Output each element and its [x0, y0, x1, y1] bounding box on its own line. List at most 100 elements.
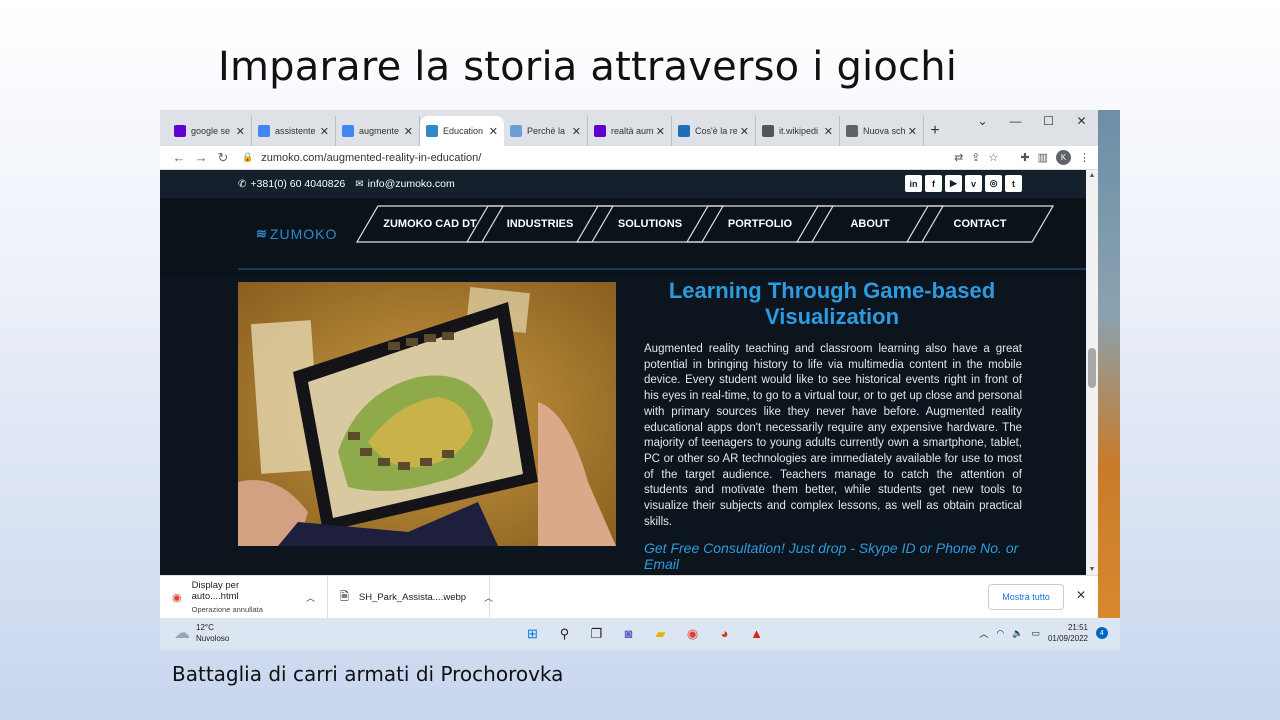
- windows-start-icon[interactable]: ⊞: [522, 623, 543, 644]
- omnibox[interactable]: 🔒 zumoko.com/augmented-reality-in-educat…: [242, 152, 481, 164]
- download-item[interactable]: ◉ Display per auto....html Operazione an…: [160, 576, 328, 618]
- maximize-button[interactable]: ☐: [1032, 110, 1065, 132]
- facebook-icon[interactable]: f: [925, 175, 942, 192]
- vimeo-icon[interactable]: v: [965, 175, 982, 192]
- menu-item-5[interactable]: CONTACT: [906, 205, 1054, 243]
- tab-5[interactable]: realtà aum ✕: [588, 116, 672, 146]
- youtube-icon[interactable]: ▶: [945, 175, 962, 192]
- web-page: ✆ +381(0) 60 4040826 ✉ info@zumoko.com i…: [160, 170, 1098, 575]
- url-text[interactable]: zumoko.com/augmented-reality-in-educatio…: [261, 152, 481, 164]
- back-button[interactable]: ←: [168, 150, 190, 165]
- lock-icon[interactable]: 🔒: [242, 152, 253, 163]
- download-name: SH_Park_Assista....webp: [358, 591, 467, 603]
- close-tab-icon[interactable]: ✕: [236, 125, 245, 138]
- powerpoint-icon[interactable]: ◕: [714, 623, 735, 644]
- tab-search-icon[interactable]: ⌄: [966, 110, 999, 132]
- close-tab-icon[interactable]: ✕: [572, 125, 581, 138]
- close-tab-icon[interactable]: ✕: [824, 125, 833, 138]
- forward-button[interactable]: →: [190, 150, 212, 165]
- cloud-icon: ☁: [174, 625, 190, 642]
- menu-kebab-icon[interactable]: ⋮: [1079, 151, 1090, 164]
- download-item[interactable]: 🗎 SH_Park_Assista....webp ︿: [328, 576, 493, 618]
- scroll-thumb[interactable]: [1088, 348, 1096, 388]
- search-icon[interactable]: ⚲: [554, 623, 575, 644]
- scroll-up-arrow[interactable]: ▲: [1086, 172, 1098, 179]
- window-controls: ⌄ — ☐ ✕: [966, 110, 1098, 132]
- main-menu: ZUMOKO CAD DT INDUSTRIES SOLUTIONS PORTFOLI…: [356, 205, 1054, 243]
- consultation-link[interactable]: Get Free Consultation! Just drop - Skype…: [644, 540, 1024, 572]
- side-panel-icon[interactable]: ▥: [1038, 151, 1048, 164]
- profile-avatar[interactable]: K: [1056, 150, 1071, 165]
- clock[interactable]: 21:51 01/09/2022: [1048, 622, 1088, 644]
- tab-3[interactable]: Education ✕: [420, 116, 504, 146]
- email-contact[interactable]: ✉ info@zumoko.com: [355, 178, 455, 190]
- tab-7[interactable]: it.wikipedi ✕: [756, 116, 840, 146]
- tab-label: assistente: [275, 126, 316, 136]
- chevron-up-icon[interactable]: ︿: [979, 627, 988, 640]
- site-logo[interactable]: ≋ ZUMOKO: [256, 226, 337, 242]
- close-tab-icon[interactable]: ✕: [404, 125, 413, 138]
- linkedin-icon[interactable]: in: [905, 175, 922, 192]
- clock-date: 01/09/2022: [1047, 634, 1088, 643]
- windows-taskbar: ☁ 12°C Nuvoloso ⊞ ⚲ ❐ ◙ ▰ ◉ ◕ ▲ ︿ ◠ 🔈 ▭ …: [160, 618, 1120, 650]
- acrobat-icon[interactable]: ▲: [746, 623, 767, 644]
- new-tab-button[interactable]: +: [924, 116, 946, 146]
- share-icon[interactable]: ⇪: [971, 151, 980, 164]
- notification-badge[interactable]: 4: [1096, 627, 1108, 639]
- menu-label: ZUMOKO CAD DT: [383, 218, 477, 230]
- tab-1[interactable]: assistente ✕: [252, 116, 336, 146]
- tab-label: google se: [191, 126, 231, 136]
- menu-label: SOLUTIONS: [617, 218, 683, 230]
- battery-icon[interactable]: ▭: [1031, 628, 1040, 639]
- site-top-bar: ✆ +381(0) 60 4040826 ✉ info@zumoko.com i…: [160, 170, 1098, 198]
- volume-icon[interactable]: 🔈: [1012, 628, 1023, 639]
- close-tab-icon[interactable]: ✕: [656, 125, 665, 138]
- close-tab-icon[interactable]: ✕: [320, 125, 329, 138]
- tab-4[interactable]: Perchè la ✕: [504, 116, 588, 146]
- close-tab-icon[interactable]: ✕: [908, 125, 917, 138]
- weather-widget[interactable]: ☁ 12°C Nuvoloso: [174, 622, 229, 644]
- tab-6[interactable]: Cos'è la re ✕: [672, 116, 756, 146]
- tab-label: Perchè la: [527, 126, 566, 136]
- tab-label: it.wikipedi: [779, 126, 819, 136]
- teams-icon[interactable]: ◙: [618, 623, 639, 644]
- yahoo-icon: [174, 125, 186, 137]
- site-nav: ≋ ZUMOKO ZUMOKO CAD DT INDUSTRIES SOLUTION…: [160, 198, 1098, 276]
- tab-8[interactable]: Nuova sch ✕: [840, 116, 924, 146]
- close-tab-icon[interactable]: ✕: [489, 125, 498, 138]
- chevron-up-icon[interactable]: ︿: [306, 591, 315, 604]
- page-content: Learning Through Game-based Visualizatio…: [160, 276, 1098, 575]
- page-scrollbar[interactable]: ▲ ▼: [1086, 170, 1098, 575]
- menu-label: PORTFOLIO: [727, 218, 793, 230]
- close-window-button[interactable]: ✕: [1065, 110, 1098, 132]
- reload-button[interactable]: ↻: [212, 150, 234, 166]
- globe-icon: [846, 125, 858, 137]
- ar-tablet-illustration: [238, 282, 616, 546]
- phone-contact[interactable]: ✆ +381(0) 60 4040826: [238, 178, 345, 190]
- tab-2[interactable]: augmente ✕: [336, 116, 420, 146]
- translate-icon[interactable]: ⇄: [954, 151, 963, 164]
- minimize-button[interactable]: —: [999, 110, 1032, 132]
- scroll-down-arrow[interactable]: ▼: [1086, 566, 1098, 573]
- chrome-icon[interactable]: ◉: [682, 623, 703, 644]
- task-view-icon[interactable]: ❐: [586, 623, 607, 644]
- nav-divider: [238, 268, 1098, 270]
- toolbar-icons: ⇄ ⇪ ☆ ✚ ▥ K ⋮: [954, 150, 1090, 165]
- screenshot: google se ✕ assistente ✕ augmente ✕ Education ✕…: [160, 110, 1120, 650]
- close-tab-icon[interactable]: ✕: [740, 125, 749, 138]
- instagram-icon[interactable]: ◎: [985, 175, 1002, 192]
- downloads-bar: ◉ Display per auto....html Operazione an…: [160, 575, 1098, 618]
- tab-0[interactable]: google se ✕: [168, 116, 252, 146]
- extensions-icon[interactable]: ✚: [1020, 151, 1029, 164]
- twitter-icon[interactable]: t: [1005, 175, 1022, 192]
- file-explorer-icon[interactable]: ▰: [650, 623, 671, 644]
- logo-text: ZUMOKO: [269, 226, 338, 242]
- bookmark-star-icon[interactable]: ☆: [989, 151, 999, 164]
- chevron-up-icon[interactable]: ︿: [484, 591, 493, 604]
- tab-label: augmente: [359, 126, 400, 136]
- weather-desc: Nuvoloso: [196, 634, 230, 643]
- wikipedia-icon: [762, 125, 774, 137]
- wifi-icon[interactable]: ◠: [996, 628, 1004, 639]
- show-all-button[interactable]: Mostra tutto: [988, 584, 1064, 610]
- close-downloads-icon[interactable]: ✕: [1076, 588, 1086, 602]
